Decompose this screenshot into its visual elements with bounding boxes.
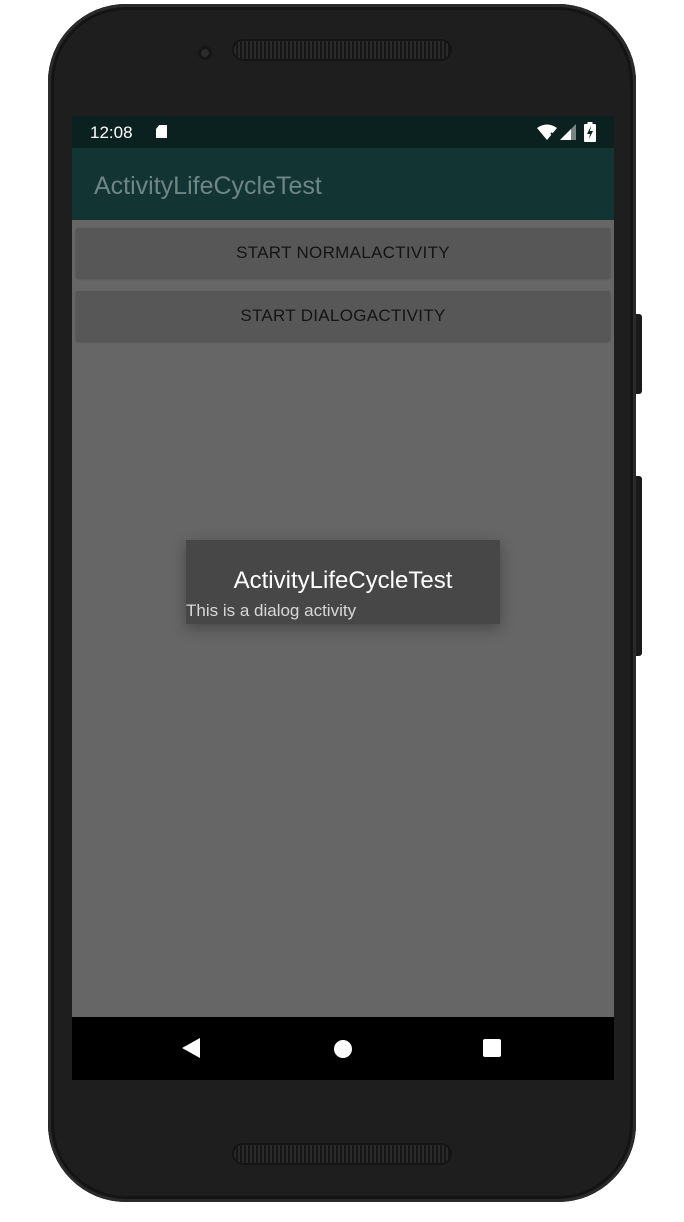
navigation-bar [72,1017,614,1080]
bottom-speaker [234,1145,450,1163]
power-button[interactable] [636,476,642,656]
home-icon[interactable] [334,1040,352,1058]
device-screen: 12:08 ActivityLifeCycleTest START NORMAL… [72,116,614,1080]
top-speaker [234,41,450,59]
battery-charging-icon [584,122,596,142]
wifi-icon [537,124,557,140]
volume-button[interactable] [636,314,642,394]
sd-card-icon [156,125,167,138]
recents-icon[interactable] [483,1039,501,1057]
app-bar: ActivityLifeCycleTest [72,148,614,220]
dialog-message: This is a dialog activity [186,601,357,620]
start-normal-activity-button[interactable]: START NORMALACTIVITY [76,228,610,278]
start-dialog-activity-button[interactable]: START DIALOGACTIVITY [76,291,610,341]
signal-icon [560,124,576,140]
back-icon[interactable] [182,1038,200,1058]
status-bar: 12:08 [72,116,614,148]
front-camera [198,46,212,60]
dialog-title: ActivityLifeCycleTest [233,567,453,594]
dialog-window: ActivityLifeCycleTest This is a dialog a… [186,540,500,624]
status-time: 12:08 [90,123,133,142]
app-title: ActivityLifeCycleTest [94,172,322,200]
